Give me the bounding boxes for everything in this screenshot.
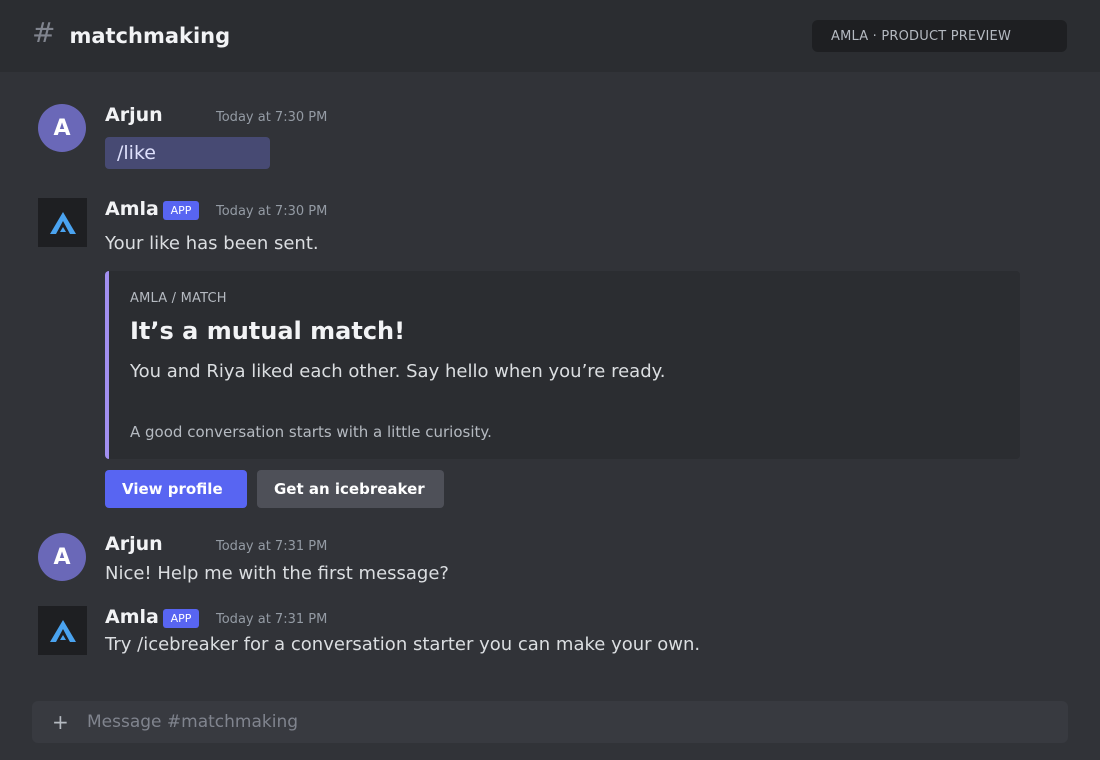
message-author[interactable]: Amla (105, 606, 159, 628)
message-text: Nice! Help me with the first message? (105, 563, 449, 584)
avatar[interactable]: A (38, 533, 86, 581)
message-composer: + (32, 701, 1068, 743)
message-timestamp: Today at 7:30 PM (216, 110, 328, 125)
message-text: Try /icebreaker for a conversation start… (105, 634, 701, 655)
amla-logo-icon[interactable] (38, 198, 87, 247)
channel-header: # matchmaking AMLA · PRODUCT PREVIEW (0, 0, 1100, 72)
message-timestamp: Today at 7:31 PM (216, 612, 328, 627)
product-preview-badge: AMLA · PRODUCT PREVIEW (812, 20, 1067, 52)
avatar[interactable]: A (38, 104, 86, 152)
embed-description: You and Riya liked each other. Say hello… (130, 361, 666, 382)
plus-icon[interactable]: + (52, 712, 87, 732)
message-text: Your like has been sent. (105, 233, 319, 254)
message-timestamp: Today at 7:31 PM (216, 539, 328, 554)
slash-command: /like (105, 137, 270, 169)
embed-provider: AMLA / MATCH (130, 291, 227, 306)
amla-logo-icon[interactable] (38, 606, 87, 655)
app-badge: APP (163, 609, 199, 628)
hash-icon: # (32, 16, 56, 49)
message-author[interactable]: Arjun (105, 104, 163, 126)
get-icebreaker-button[interactable]: Get an icebreaker (257, 470, 444, 508)
message-author[interactable]: Amla (105, 198, 159, 220)
app-badge: APP (163, 201, 199, 220)
message-author[interactable]: Arjun (105, 533, 163, 555)
view-profile-button[interactable]: View profile (105, 470, 247, 508)
channel-name: matchmaking (69, 24, 231, 48)
embed-title: It’s a mutual match! (130, 317, 406, 345)
embed-footer: A good conversation starts with a little… (130, 423, 492, 441)
match-embed: AMLA / MATCH It’s a mutual match! You an… (105, 271, 1020, 459)
message-input[interactable] (87, 701, 1068, 743)
message-timestamp: Today at 7:30 PM (216, 204, 328, 219)
